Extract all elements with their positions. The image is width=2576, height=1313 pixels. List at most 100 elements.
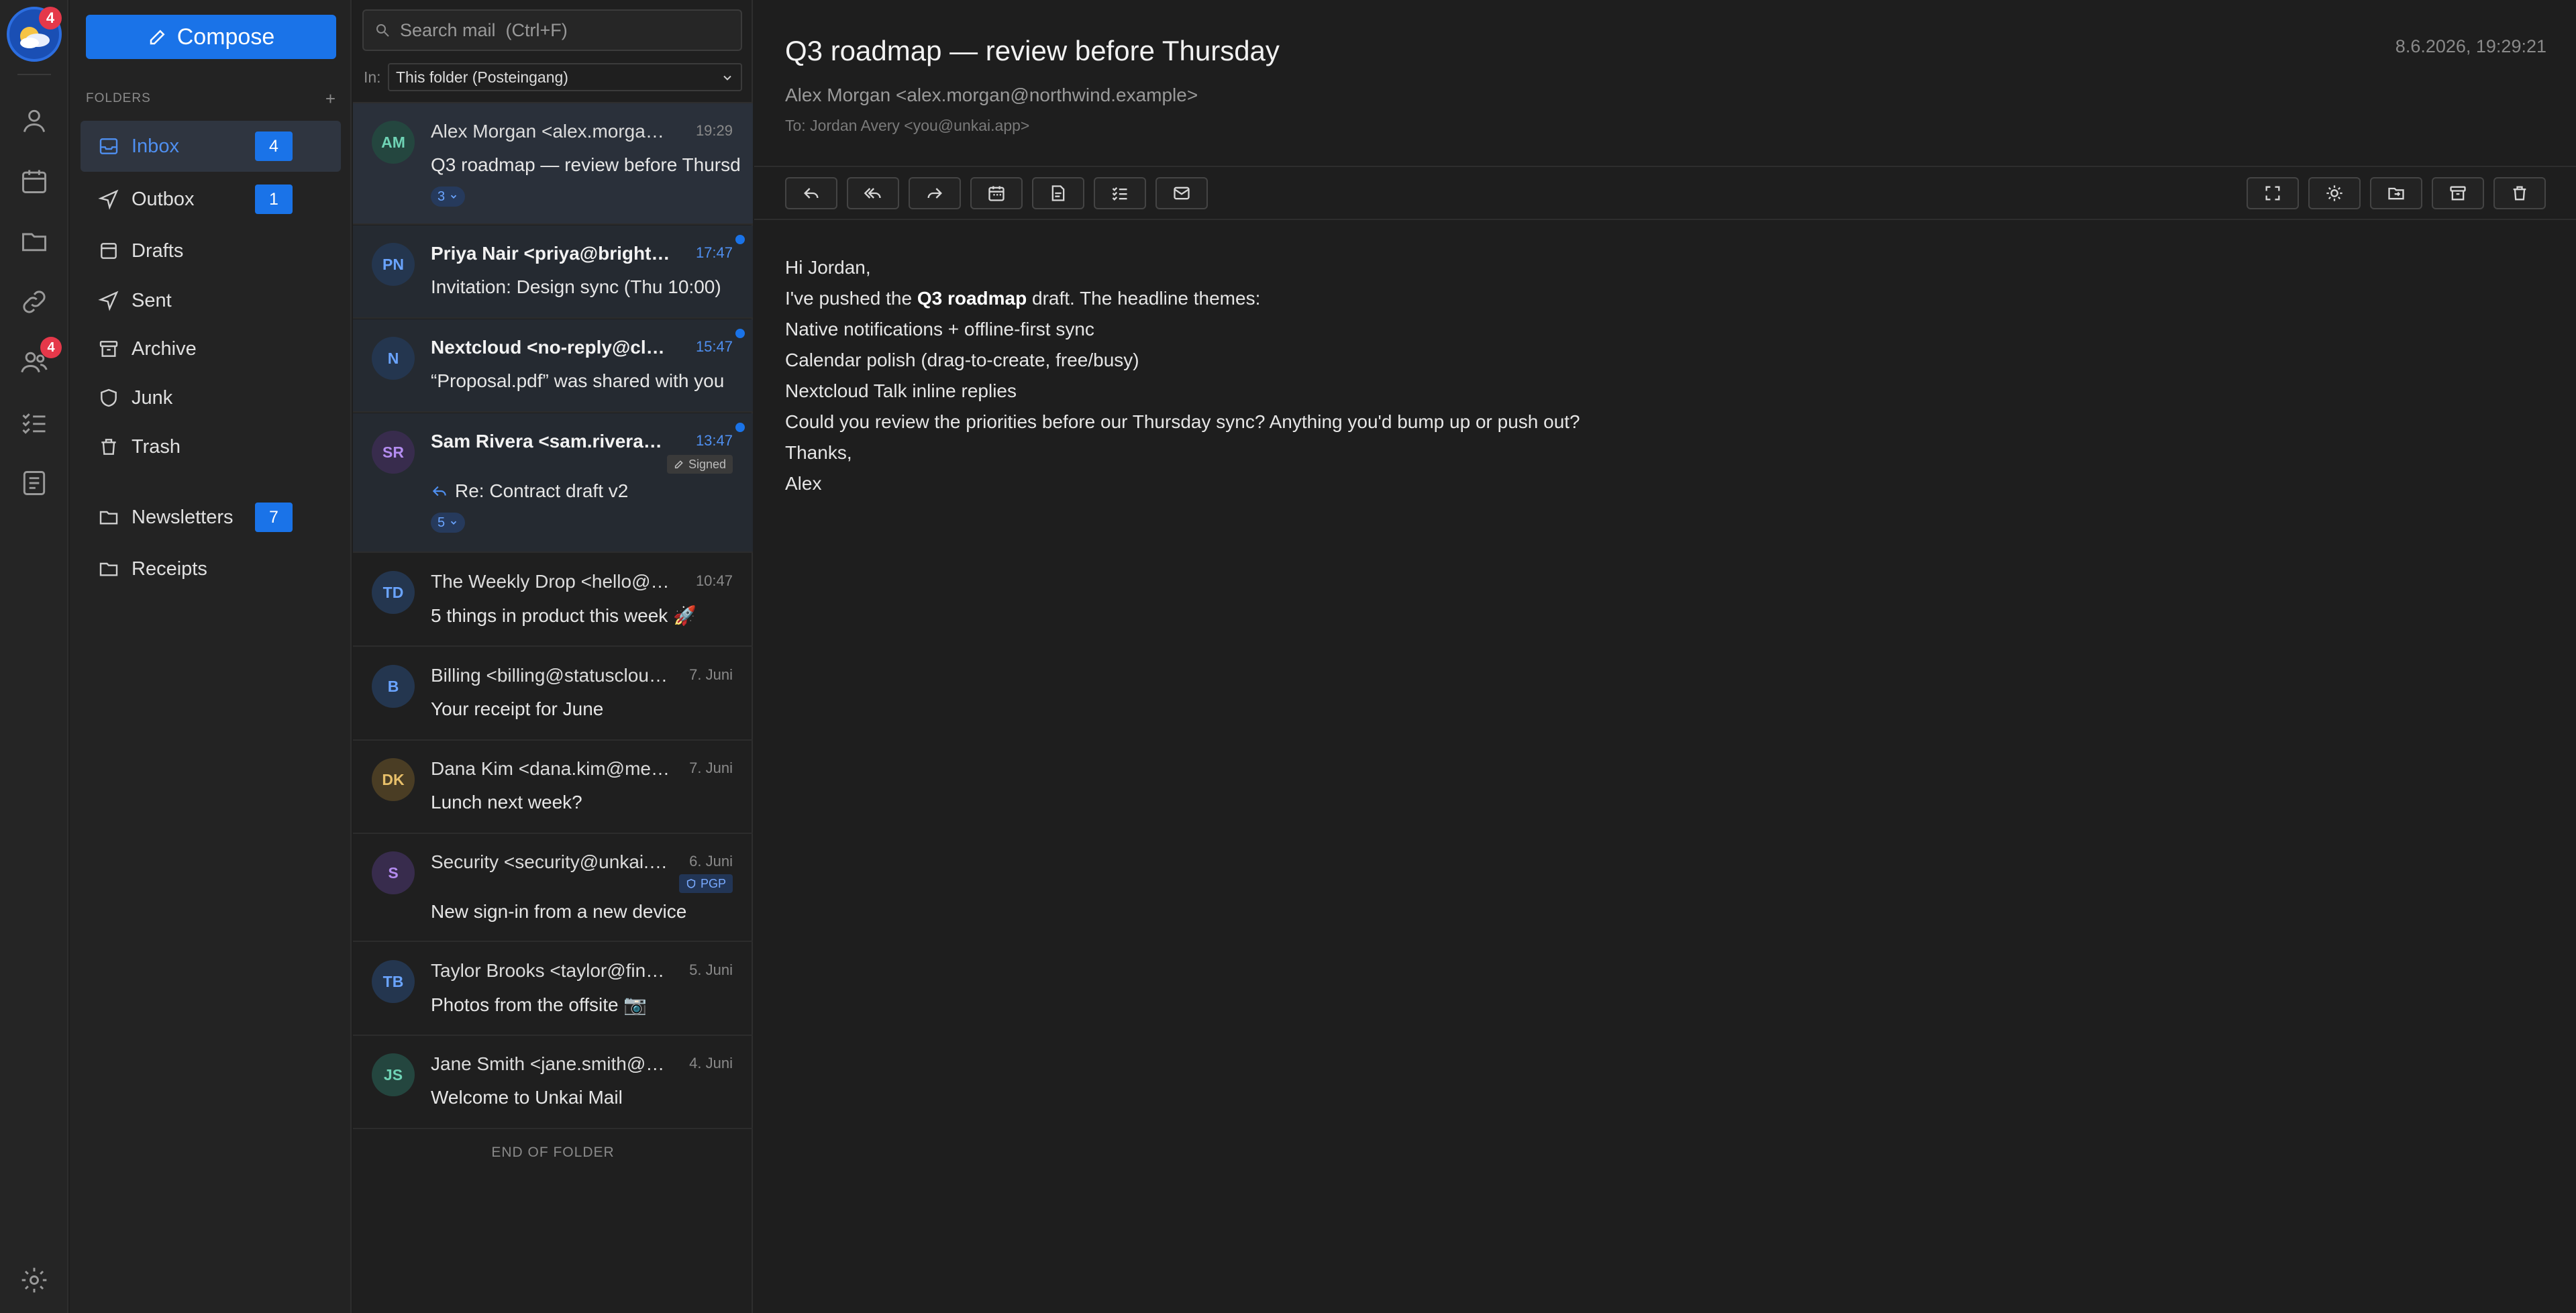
pencil-icon	[150, 30, 165, 45]
folder-item-trash[interactable]: Trash	[81, 421, 341, 472]
list-item[interactable]: TD The Weekly Drop <hello@weeklydrop.exa…	[353, 554, 753, 647]
link-icon[interactable]	[19, 287, 49, 317]
tasks-icon[interactable]	[19, 408, 49, 437]
mark-unread-button[interactable]	[1155, 177, 1208, 209]
message-subject-text: “Proposal.pdf” was shared with you	[431, 370, 725, 391]
message-list-pane: In: This folder (Posteingang) AM Alex Mo…	[353, 0, 753, 1313]
folder-icon	[99, 562, 118, 576]
folder-label: Receipts	[132, 558, 207, 580]
message-subject-text: Q3 roadmap — review before Thursday	[431, 154, 739, 175]
message-time: 10:47	[695, 572, 733, 589]
theme-toggle-button[interactable]	[2308, 177, 2361, 209]
body-theme-1: Native notifications + offline-first syn…	[785, 319, 1094, 339]
settings-gear-icon[interactable]	[19, 1265, 49, 1295]
list-item[interactable]: AM Alex Morgan <alex.morgan@northwind.ex…	[353, 103, 753, 225]
folder-sidebar: Compose FOLDERS + Inbox 4 Outbox 1 Draft…	[70, 0, 352, 1313]
folder-move-icon	[2388, 187, 2404, 200]
note-icon	[1051, 185, 1065, 201]
folder-count-badge: 1	[255, 185, 293, 214]
archive-button[interactable]	[2432, 177, 2484, 209]
message-subject: New sign-in from a new device	[431, 901, 739, 923]
scope-label: In:	[364, 68, 381, 86]
list-item[interactable]: DK Dana Kim <dana.kim@mesa.example> 7. J…	[353, 741, 753, 834]
app-rail: 4 4	[0, 0, 68, 1313]
message-sender: Security <security@unkai.app>	[431, 851, 672, 872]
reply-all-icon	[864, 188, 881, 199]
create-note-button[interactable]	[1032, 177, 1084, 209]
avatar: JS	[372, 1053, 415, 1096]
inbox-icon	[99, 138, 118, 154]
add-folder-button[interactable]: +	[325, 89, 336, 109]
compose-button[interactable]: Compose	[86, 15, 336, 59]
list-item[interactable]: TB Taylor Brooks <taylor@finch.example> …	[353, 943, 753, 1036]
create-task-button[interactable]	[1094, 177, 1146, 209]
body-intro-bold: Q3 roadmap	[917, 288, 1027, 309]
notes-icon[interactable]	[19, 468, 49, 498]
message-time: 7. Juni	[689, 666, 733, 683]
envelope-icon	[1174, 187, 1190, 200]
scope-select[interactable]: This folder (Posteingang)	[388, 63, 742, 91]
reply-all-button[interactable]	[847, 177, 899, 209]
send-icon	[98, 189, 119, 210]
folder-item-junk[interactable]: Junk	[81, 372, 341, 423]
message-subject: Q3 roadmap — review before Thursday	[431, 154, 739, 176]
folder-label: Archive	[132, 337, 197, 360]
message-subject: “Proposal.pdf” was shared with you	[431, 370, 739, 392]
calendar-icon	[988, 186, 1004, 201]
list-item[interactable]: JS Jane Smith <jane.smith@hello.example>…	[353, 1036, 753, 1129]
list-item[interactable]: N Nextcloud <no-reply@cloud.example> 15:…	[353, 319, 753, 413]
avatar: N	[372, 337, 415, 380]
signed-badge-label: Signed	[688, 457, 726, 471]
archive-icon	[2450, 186, 2466, 201]
add-to-calendar-button[interactable]	[970, 177, 1023, 209]
message-subject: Re: Contract draft v2	[431, 480, 739, 502]
sun-icon	[2326, 185, 2342, 201]
sent-icon	[98, 291, 119, 311]
list-item[interactable]: S Security <security@unkai.app> 6. Juni …	[353, 834, 753, 942]
message-time: 5. Juni	[689, 961, 733, 978]
shield-icon	[686, 879, 696, 888]
calendar-icon[interactable]	[19, 166, 49, 196]
body-greeting: Hi Jordan,	[785, 257, 871, 278]
message-subject: Photos from the offsite 📷	[431, 994, 739, 1016]
thread-count-toggle[interactable]: 5	[431, 513, 466, 533]
avatar: AM	[372, 121, 415, 164]
folder-item-inbox[interactable]: Inbox 4	[81, 121, 341, 172]
list-item[interactable]: PN Priya Nair <priya@brightforge.example…	[353, 225, 753, 319]
forward-button[interactable]	[909, 177, 961, 209]
toolbar-divider	[754, 219, 2576, 220]
compose-label: Compose	[176, 23, 275, 50]
body-thanks: Thanks,	[785, 442, 852, 463]
folder-item-drafts[interactable]: Drafts	[81, 225, 341, 276]
files-folder-icon[interactable]	[19, 227, 49, 256]
move-to-folder-button[interactable]	[2370, 177, 2422, 209]
body-signature: Alex	[785, 473, 822, 494]
chevron-down-icon	[451, 195, 457, 199]
fullscreen-button[interactable]	[2247, 177, 2299, 209]
list-item[interactable]: B Billing <billing@statuscloud.example> …	[353, 647, 753, 741]
person-icon[interactable]	[19, 106, 49, 136]
thread-count-toggle[interactable]: 3	[431, 187, 466, 207]
app-notification-badge: 4	[39, 7, 62, 30]
folder-item-sent[interactable]: Sent	[81, 275, 341, 326]
search-input[interactable]	[400, 19, 722, 41]
message-subject: 5 things in product this week 🚀	[431, 605, 739, 627]
scope-selected-value: This folder (Posteingang)	[396, 68, 568, 86]
avatar: B	[372, 665, 415, 708]
folder-label: Drafts	[132, 240, 184, 262]
folder-item-newsletters[interactable]: Newsletters 7	[81, 492, 341, 543]
list-item[interactable]: SR Sam Rivera <sam.rivera@example> 13:47…	[353, 413, 753, 553]
avatar: SR	[372, 431, 415, 474]
folder-item-archive[interactable]: Archive	[81, 323, 341, 374]
message-subject: Welcome to Unkai Mail	[431, 1087, 739, 1108]
folder-item-outbox[interactable]: Outbox 1	[81, 174, 341, 225]
chevron-down-icon	[723, 75, 731, 81]
avatar: PN	[372, 243, 415, 286]
avatar: TD	[372, 571, 415, 614]
folder-item-receipts[interactable]: Receipts	[81, 543, 341, 594]
delete-button[interactable]	[2493, 177, 2546, 209]
reply-button[interactable]	[785, 177, 837, 209]
search-icon	[376, 24, 389, 37]
search-box	[362, 9, 742, 51]
message-sender: The Weekly Drop <hello@weeklydrop.exampl…	[431, 571, 672, 592]
